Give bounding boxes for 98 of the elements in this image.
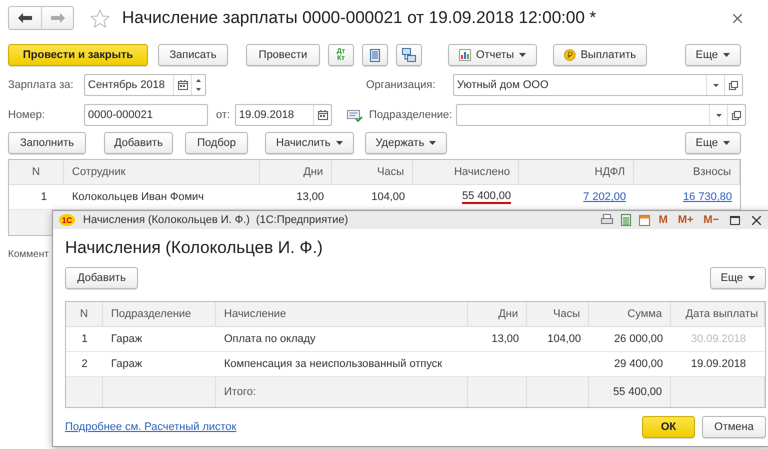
open-window-icon [729,80,738,90]
forward-arrow-icon [50,13,64,23]
structure-button[interactable] [396,44,422,66]
add-button[interactable]: Добавить [65,267,138,289]
table-toolbar-button[interactable]: Подбор [185,132,248,154]
toolbar-button[interactable]: Провести [246,44,320,66]
total-value: 55 400,00 [589,377,671,407]
total-row-cell [468,377,527,407]
table-cell: 104,00 [527,327,589,352]
close-button[interactable] [750,216,763,224]
period-field[interactable]: Сентябрь 2018 [84,74,206,96]
total-row-cell [66,377,103,407]
maximize-icon [730,216,740,224]
close-icon [752,216,761,224]
list-icon [370,48,380,62]
table-cell: 13,00 [468,327,527,352]
caret-icon [723,53,730,57]
caret-icon [429,141,436,145]
total-row-cell [527,377,589,407]
column-header: Дата выплаты [671,302,765,327]
bar-chart-icon [459,49,471,61]
dropdown-icon [716,114,722,116]
column-header: Часы [332,160,413,185]
structure-icon [402,48,416,62]
memory-button[interactable]: M+ [676,214,694,226]
reports-button[interactable]: Отчеты [448,44,538,66]
dialog-heading: Начисления (Колокольцев И. Ф.) [65,238,324,258]
dropdown-icon [712,84,718,86]
table-cell: 1 [66,327,103,352]
coin-icon [564,48,576,62]
column-header: Сумма [589,302,671,327]
post-and-close-button[interactable]: Провести и закрыть [8,44,148,66]
number-field[interactable]: 0000-000021 [84,104,208,126]
column-header: Взносы [634,160,740,185]
organization-field[interactable]: Уютный дом ООО [453,74,743,96]
field-label: Организация: [366,79,436,91]
memory-button[interactable]: M− [702,214,720,226]
column-header: Подразделение [103,302,216,327]
dialog-title: Начисления (Колокольцев И. Ф.) (1С:Предприятие) [83,214,350,226]
printer-icon [600,214,613,226]
calculator-icon [620,214,631,226]
ok-button[interactable]: ОК [642,416,695,438]
toolbar-button[interactable]: Записать [158,44,228,66]
table-toolbar-button[interactable]: Добавить [104,132,173,154]
field-value: 0000-000021 [87,109,154,121]
open-window-icon [732,110,741,120]
document-check-icon [347,108,363,122]
column-header: Начисление [216,302,468,327]
spin-arrows-icon [196,78,201,92]
field-label: от: [216,109,231,121]
column-header: Дни [260,160,332,185]
field-value: Уютный дом ООО [456,79,550,91]
close-icon [733,14,742,22]
caret-icon [748,276,755,280]
column-header: N [9,160,64,185]
calendar-icon [318,110,328,120]
pay-button[interactable]: Выплатить [553,44,648,66]
table-toolbar-button[interactable]: Начислить [265,132,354,154]
comment-label: Коммент [8,249,49,260]
amount-link[interactable]: 7 202,00 [583,191,626,203]
table-cell: Оплата по окладу [216,327,468,352]
total-label: Итого: [216,377,468,407]
table-toolbar-button[interactable]: Удержать [364,132,448,154]
calendar-icon [638,214,650,226]
table-toolbar-button[interactable]: Еще [684,132,741,154]
column-header: Дни [468,302,527,327]
field-value: Сентябрь 2018 [87,79,166,91]
caret-icon [336,141,343,145]
date-field[interactable]: 19.09.2018 [235,104,332,126]
column-header: N [66,302,103,327]
calendar-icon [178,80,188,90]
maximize-button[interactable] [728,216,742,224]
column-header: Начислено [413,160,519,185]
table-toolbar-button[interactable]: Заполнить [8,132,86,154]
field-label: Зарплата за: [8,79,74,91]
table-cell: Гараж [103,327,216,352]
window-title: Начисление зарплаты 0000-000021 от 19.09.2018 12:00:00 * [122,8,598,28]
caret-icon [723,141,730,145]
department-field[interactable] [456,104,746,126]
amount-text: 55 400,00 [462,190,511,204]
amount-link[interactable]: 16 730,80 [683,191,732,203]
list-button[interactable] [362,44,388,66]
table-cell: 26 000,00 [589,327,671,352]
column-header: НДФЛ [519,160,634,185]
caret-icon [519,53,526,57]
field-label: Номер: [8,109,46,121]
field-label: Подразделение: [369,109,454,121]
more-button[interactable]: Еще [710,267,766,289]
more-button[interactable]: Еще [684,44,741,66]
column-header: Сотрудник [64,160,260,185]
field-value: 19.09.2018 [238,109,296,121]
app-logo: 1С [59,214,75,226]
payslip-link[interactable]: Подробнее см. Расчетный листок [65,421,236,433]
back-arrow-icon [18,13,32,23]
memory-button[interactable]: M [658,214,669,226]
cancel-button[interactable]: Отмена [702,416,766,438]
table-cell: 30.09.2018 [671,327,765,352]
column-header: Часы [527,302,589,327]
